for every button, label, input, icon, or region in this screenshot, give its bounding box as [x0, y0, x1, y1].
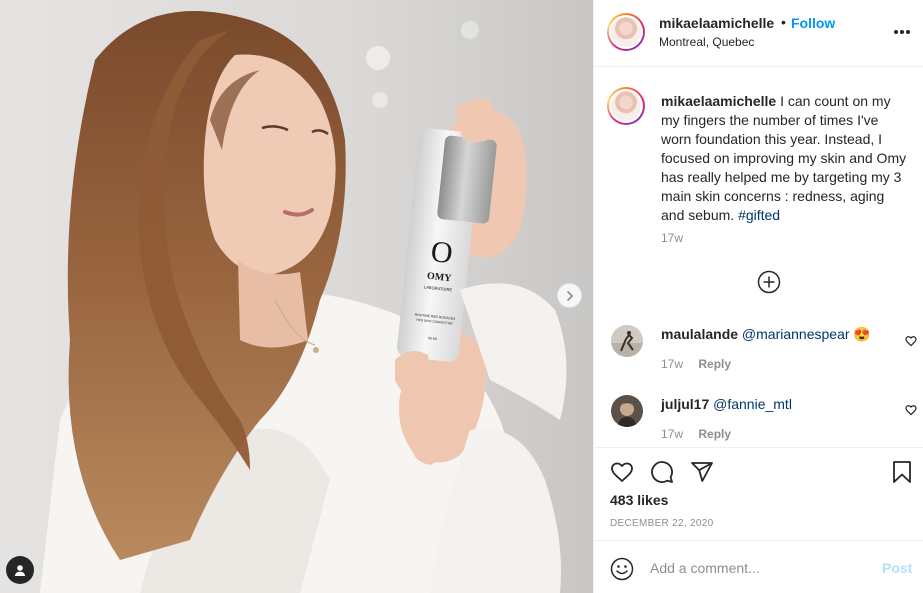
comment-mention[interactable]: @fannie_mtl: [713, 396, 792, 412]
caption-age[interactable]: 17w: [661, 231, 683, 245]
comment-form: Post: [594, 540, 923, 593]
chevron-right-icon: [566, 290, 573, 301]
load-more-comments-icon[interactable]: [757, 270, 781, 294]
product-logo-letter: O: [429, 235, 454, 270]
author-username[interactable]: mikaelaamichelle: [659, 15, 774, 31]
post-caption: mikaelaamichelle I can count on my my fi…: [661, 92, 911, 225]
comment-input[interactable]: [650, 556, 870, 580]
post-comment-button[interactable]: Post: [882, 560, 912, 576]
comment-meta: 17w Reply: [661, 427, 731, 441]
heart-icon[interactable]: [610, 460, 634, 484]
caption-author-avatar[interactable]: [607, 87, 645, 125]
comment-avatar-image: [611, 395, 643, 427]
comment-avatar[interactable]: [611, 325, 643, 357]
comment-text: juljul17 @fannie_mtl: [661, 396, 792, 412]
user-tag-icon: [14, 565, 26, 576]
reply-button[interactable]: Reply: [698, 357, 731, 371]
post-sidebar: mikaelaamichelle • Follow Montreal, Queb…: [593, 0, 923, 593]
comment-mention[interactable]: @mariannespear: [742, 326, 850, 342]
emoji-icon[interactable]: [610, 557, 634, 581]
comment-heart-icon[interactable]: [905, 404, 917, 416]
bookmark-icon[interactable]: [890, 460, 914, 484]
post-date[interactable]: DECEMBER 22, 2020: [610, 518, 713, 529]
caption-hashtag[interactable]: #gifted: [738, 207, 780, 223]
follow-button[interactable]: Follow: [791, 15, 835, 31]
comment-meta: 17w Reply: [661, 357, 731, 371]
post-location[interactable]: Montreal, Quebec: [659, 35, 754, 49]
comment-age[interactable]: 17w: [661, 427, 683, 441]
comment-age[interactable]: 17w: [661, 357, 683, 371]
tagged-users-button[interactable]: [6, 556, 34, 584]
comment-icon[interactable]: [650, 460, 674, 484]
comment-text: maulalande @mariannespear 😍: [661, 326, 871, 343]
header-separator: •: [781, 14, 786, 30]
comment-emoji: 😍: [853, 326, 871, 342]
comment-username[interactable]: maulalande: [661, 326, 738, 342]
comment-heart-icon[interactable]: [905, 335, 917, 347]
post-photo[interactable]: O OMY LABORATOIRE ROUTINE RED ROSACEA RE…: [0, 0, 593, 593]
comment-username[interactable]: juljul17: [661, 396, 709, 412]
comment-avatar[interactable]: [611, 395, 643, 427]
carousel-next-button[interactable]: [557, 283, 582, 308]
like-count[interactable]: 483 likes: [610, 492, 668, 508]
more-options-icon[interactable]: [894, 24, 914, 40]
caption-username[interactable]: mikaelaamichelle: [661, 93, 776, 109]
photo-scene: O OMY LABORATOIRE ROUTINE RED ROSACEA RE…: [0, 0, 593, 593]
post-header: mikaelaamichelle • Follow Montreal, Queb…: [594, 0, 923, 67]
comment-avatar-image: [611, 325, 643, 357]
share-icon[interactable]: [690, 460, 714, 484]
caption-text: I can count on my my fingers the number …: [661, 93, 907, 223]
reply-button[interactable]: Reply: [698, 427, 731, 441]
post-actions: 483 likes DECEMBER 22, 2020: [594, 447, 923, 540]
author-avatar[interactable]: [607, 13, 645, 51]
